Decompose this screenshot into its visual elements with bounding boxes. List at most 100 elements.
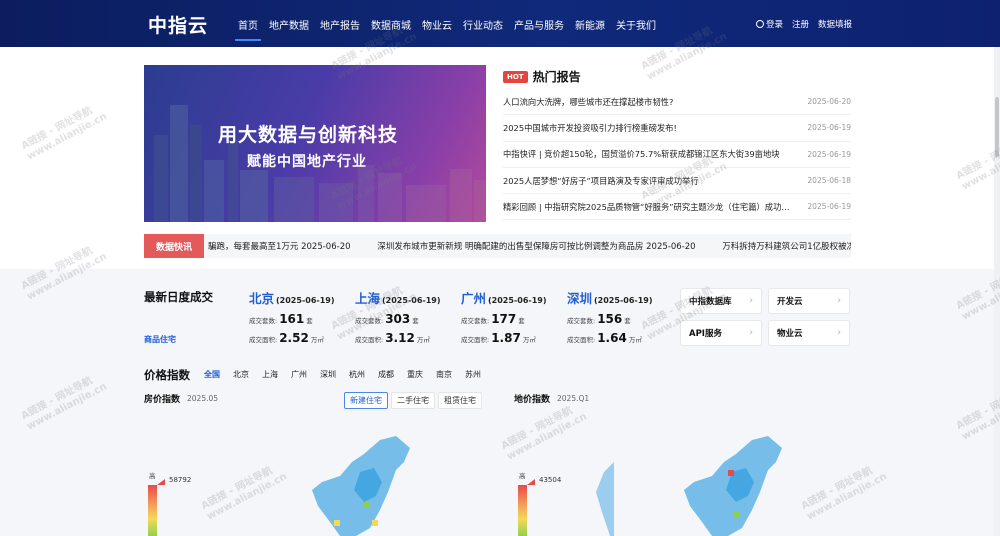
site-logo[interactable]: 中指云 — [148, 11, 208, 38]
chevron-right-icon: › — [837, 328, 841, 338]
nav-home[interactable]: 首页 — [235, 17, 261, 41]
tab-shenzhen[interactable]: 深圳 — [320, 369, 336, 380]
deal-area: 2.52 — [279, 331, 309, 345]
tab-national[interactable]: 全国 — [204, 369, 220, 380]
city-name: 上海 — [355, 291, 381, 306]
legend-value: 58792 — [169, 476, 192, 484]
deal-count: 303 — [385, 312, 411, 326]
ticker-item[interactable]: 騙跑，每套最高至1万元 2025-06-20 — [208, 242, 351, 252]
nav-industry-news[interactable]: 行业动态 — [463, 17, 503, 32]
land-price-map[interactable] — [672, 432, 792, 536]
news-ticker: 数据快讯 騙跑，每套最高至1万元 2025-06-20 深圳发布城市更新新规 明… — [144, 234, 851, 258]
scrollbar-thumb[interactable] — [995, 97, 999, 157]
segment-second-hand[interactable]: 二手住宅 — [391, 392, 435, 409]
legend-color-scale — [148, 485, 157, 536]
register-link[interactable]: 注册 — [792, 18, 809, 30]
login-link[interactable]: 登录 — [755, 18, 783, 30]
legend-pointer — [157, 479, 165, 485]
legend-color-scale — [518, 485, 527, 536]
main-nav: 首页 地产数据 地产报告 数据商城 物业云 行业动态 产品与服务 新能源 关于我… — [235, 17, 656, 41]
daily-transactions-title: 最新日度成交 — [144, 290, 213, 304]
development-cloud-button[interactable]: 开发云 › — [768, 288, 850, 314]
chevron-right-icon: › — [749, 328, 753, 338]
nav-property-cloud[interactable]: 物业云 — [422, 17, 452, 32]
ticker-item[interactable]: 万科拆持万科建筑公司1亿股权被冻结 — [722, 242, 851, 252]
report-item[interactable]: 2025人居梦想“好房子”项目路演及专家评审成功举行 2025-06-18 — [503, 168, 851, 195]
hero-banner[interactable]: 用大数据与创新科技 赋能中国地产行业 — [144, 65, 486, 222]
city-name: 深圳 — [567, 291, 593, 306]
nav-about-us[interactable]: 关于我们 — [616, 17, 656, 32]
city-name: 北京 — [249, 291, 275, 306]
house-price-map[interactable] — [300, 432, 420, 536]
ticker-item[interactable]: 深圳发布城市更新新规 明确配建的出售型保障房可按比例调整为商品房 2025-06… — [377, 242, 695, 252]
tab-guangzhou[interactable]: 广州 — [291, 369, 307, 380]
deal-count: 177 — [491, 312, 517, 326]
report-title: 精彩回顾 | 中指研究院2025品质物管“好服务”研究主题沙龙（住宅篇）成功… — [503, 201, 790, 212]
legend-high-label: 高 — [149, 472, 156, 480]
report-date: 2025-06-19 — [807, 123, 851, 133]
deal-area: 1.87 — [491, 331, 521, 345]
property-cloud-button[interactable]: 物业云 › — [768, 320, 850, 346]
land-map-west-region — [596, 462, 614, 536]
city-date: (2025-06-19) — [382, 296, 441, 305]
tab-suzhou[interactable]: 苏州 — [465, 369, 481, 380]
land-price-index-date: 2025.Q1 — [557, 394, 590, 403]
report-item[interactable]: 2025中国城市开发投资吸引力排行榜重磅发布! 2025-06-19 — [503, 115, 851, 142]
city-name: 广州 — [461, 291, 487, 306]
price-index-title: 价格指数 — [144, 368, 190, 382]
house-price-index-label: 房价指数 — [144, 395, 181, 405]
city-date: (2025-06-19) — [594, 296, 653, 305]
tab-beijing[interactable]: 北京 — [233, 369, 249, 380]
city-stat-shenzhen[interactable]: 深圳 (2025-06-19) 成交套数: 156 套 成交面积: 1.64 万㎡ — [567, 288, 671, 345]
nav-data-mall[interactable]: 数据商城 — [371, 17, 411, 32]
city-stat-shanghai[interactable]: 上海 (2025-06-19) 成交套数: 303 套 成交面积: 3.12 万㎡ — [355, 288, 459, 345]
city-date: (2025-06-19) — [488, 296, 547, 305]
city-stat-beijing[interactable]: 北京 (2025-06-19) 成交套数: 161 套 成交面积: 2.52 万㎡ — [249, 288, 353, 345]
banner-subheadline: 赋能中国地产行业 — [247, 154, 367, 170]
report-date: 2025-06-19 — [807, 202, 851, 212]
segment-new-housing[interactable]: 新建住宅 — [344, 392, 388, 409]
tab-hangzhou[interactable]: 杭州 — [349, 369, 365, 380]
report-item[interactable]: 中指快评 | 竞价超150轮，国贸溢价75.7%斩获成都锦江区东大街39亩地块 … — [503, 142, 851, 168]
nav-products-services[interactable]: 产品与服务 — [514, 17, 564, 32]
segment-rental[interactable]: 租赁住宅 — [438, 392, 482, 409]
hot-reports-list: 人口流向大洗牌，哪些城市还在撑起楼市韧性? 2025-06-20 2025中国城… — [503, 89, 851, 221]
data-report-link[interactable]: 数据填报 — [818, 18, 852, 30]
land-price-index-label: 地价指数 — [514, 395, 551, 405]
city-date: (2025-06-19) — [276, 296, 335, 305]
banner-headline: 用大数据与创新科技 — [218, 124, 399, 146]
user-icon — [755, 20, 764, 28]
housing-type-switch: 新建住宅 二手住宅 租赁住宅 — [344, 392, 482, 409]
report-title: 2025人居梦想“好房子”项目路演及专家评审成功举行 — [503, 175, 699, 186]
tab-chongqing[interactable]: 重庆 — [407, 369, 423, 380]
chevron-right-icon: › — [837, 296, 841, 306]
report-item[interactable]: 人口流向大洗牌，哪些城市还在撑起楼市韧性? 2025-06-20 — [503, 89, 851, 116]
tab-nanjing[interactable]: 南京 — [436, 369, 452, 380]
ticker-scroll: 騙跑，每套最高至1万元 2025-06-20 深圳发布城市更新新规 明确配建的出… — [208, 240, 851, 252]
top-navigation-bar: 中指云 首页 地产数据 地产报告 数据商城 物业云 行业动态 产品与服务 新能源… — [0, 0, 1000, 47]
tab-chengdu[interactable]: 成都 — [378, 369, 394, 380]
page-scrollbar[interactable] — [994, 47, 1000, 536]
ticker-label: 数据快讯 — [144, 234, 204, 258]
deal-area: 3.12 — [385, 331, 415, 345]
report-item[interactable]: 精彩回顾 | 中指研究院2025品质物管“好服务”研究主题沙龙（住宅篇）成功… … — [503, 194, 851, 221]
report-date: 2025-06-20 — [807, 97, 851, 107]
zhongzhi-database-button[interactable]: 中指数据库 › — [680, 288, 762, 314]
deal-area: 1.64 — [597, 331, 627, 345]
account-links: 登录 注册 数据填报 — [755, 18, 852, 30]
nav-real-estate-data[interactable]: 地产数据 — [269, 17, 309, 32]
report-title: 中指快评 | 竞价超150轮，国贸溢价75.7%斩获成都锦江区东大街39亩地块 — [503, 149, 780, 160]
nav-real-estate-reports[interactable]: 地产报告 — [320, 17, 360, 32]
legend-pointer — [527, 479, 535, 485]
report-title: 2025中国城市开发投资吸引力排行榜重磅发布! — [503, 122, 677, 133]
nav-new-energy[interactable]: 新能源 — [575, 17, 605, 32]
city-stat-guangzhou[interactable]: 广州 (2025-06-19) 成交套数: 177 套 成交面积: 1.87 万㎡ — [461, 288, 565, 345]
legend-high-label: 高 — [519, 472, 526, 480]
price-index-city-tabs: 全国 北京 上海 广州 深圳 杭州 成都 重庆 南京 苏州 — [204, 369, 481, 380]
hot-reports-header: HOT 热门报告 — [503, 68, 581, 85]
tab-shanghai[interactable]: 上海 — [262, 369, 278, 380]
api-service-button[interactable]: API服务 › — [680, 320, 762, 346]
report-title: 人口流向大洗牌，哪些城市还在撑起楼市韧性? — [503, 96, 674, 107]
house-price-index-date: 2025.05 — [187, 394, 219, 403]
report-date: 2025-06-19 — [807, 149, 851, 159]
